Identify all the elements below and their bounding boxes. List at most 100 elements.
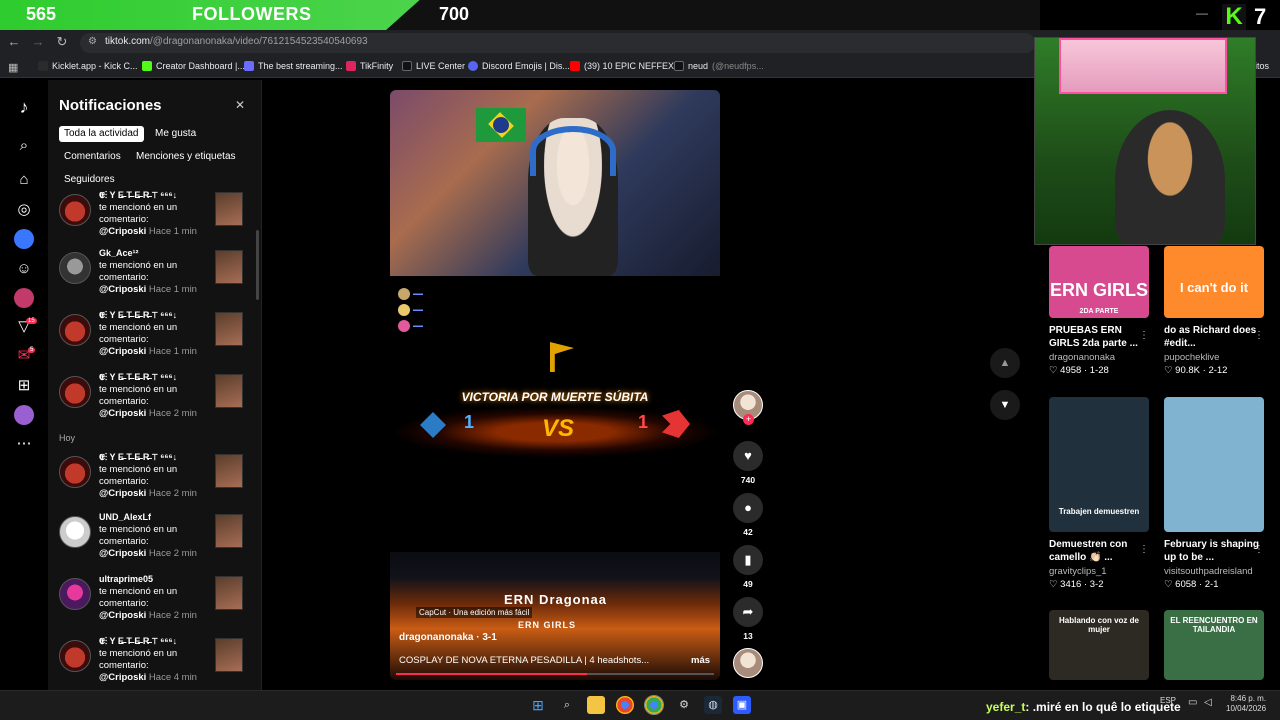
notification-avatar[interactable] (59, 456, 91, 488)
notification-username[interactable]: Gk_Ace¹² (99, 248, 139, 258)
video-player[interactable]: ▬▬ ▬▬ ▬▬ VICTORIA POR MUERTE SÚBITA 1 VS… (390, 90, 720, 680)
notification-avatar[interactable] (59, 376, 91, 408)
notification-mention[interactable]: @Criposki (99, 226, 146, 237)
notification-mention[interactable]: @Criposki (99, 346, 146, 357)
notification-mention[interactable]: @Criposki (99, 610, 146, 621)
capcut-badge[interactable]: CapCut · Una edición más fácil (416, 607, 533, 618)
friends-icon[interactable]: ☺ (14, 259, 34, 279)
steam-icon[interactable]: ◍ (704, 696, 722, 714)
address-url[interactable]: tiktok.com/@dragonanonaka/video/76121545… (105, 36, 368, 47)
notification-username[interactable]: UND_AlexLf (99, 512, 151, 522)
notification-mention[interactable]: @Criposki (99, 548, 146, 559)
filter-mentions[interactable]: Menciones y etiquetas (131, 149, 241, 165)
live-avatar[interactable] (14, 288, 34, 308)
apps-grid-icon[interactable]: ▦ (8, 61, 18, 74)
feed-thumbnail[interactable]: I can't do it (1164, 246, 1264, 318)
feed-thumbnail[interactable]: Trabajen demuestren (1049, 397, 1149, 532)
notification-avatar[interactable] (59, 194, 91, 226)
filter-comments[interactable]: Comentarios (59, 149, 126, 165)
bookmark-neud[interactable]: neud (@neudfps... (674, 61, 764, 71)
notification-thumbnail[interactable] (215, 454, 243, 488)
file-explorer-icon[interactable] (587, 696, 605, 714)
video-author[interactable]: dragonanonaka · 3-1 (399, 632, 497, 643)
more-icon[interactable]: ⋯ (14, 434, 34, 454)
feed-card[interactable]: February is shaping up to be ... ⋮ visitso… (1164, 397, 1264, 590)
following-avatar[interactable] (14, 229, 34, 249)
feed-card[interactable]: ERN GIRLS 2DA PARTE PRUEBAS ERN GIRLS 2da … (1049, 246, 1149, 376)
bookmark-live-center[interactable]: LIVE Center (402, 61, 465, 71)
notification-item[interactable]: ultraprime05 te mencionó en un comentario… (59, 574, 249, 632)
feed-card[interactable]: I can't do it do as Richard does #edit...… (1164, 246, 1264, 376)
notification-username[interactable]: 𝕰⋮ Y E̶ T̶ E̶ R̶ ⊤ ⁶⁶⁶↓ (99, 636, 177, 647)
feed-author[interactable]: gravityclips_1 (1049, 566, 1149, 577)
chrome-icon[interactable] (616, 696, 634, 714)
notification-thumbnail[interactable] (215, 514, 243, 548)
feed-thumbnail[interactable]: Hablando con voz de mujer (1049, 610, 1149, 680)
sound-avatar-button[interactable] (733, 648, 763, 678)
follow-plus-icon[interactable]: + (743, 414, 754, 425)
upload-icon[interactable]: ⊞ (14, 376, 34, 396)
notification-avatar[interactable] (59, 516, 91, 548)
site-info-icon[interactable]: ⚙ (88, 36, 97, 47)
notification-item[interactable]: Gk_Ace¹² te mencionó en un comentario: @Cr… (59, 248, 249, 306)
app-icon[interactable]: ▣ (733, 696, 751, 714)
comment-button[interactable]: ● 42 (733, 493, 763, 537)
filter-likes[interactable]: Me gusta (150, 126, 201, 142)
network-icon[interactable]: ▭ (1188, 697, 1197, 708)
chrome-active-icon[interactable] (644, 695, 664, 715)
notification-item[interactable]: 𝕰⋮ Y E̶ T̶ E̶ R̶ ⊤ ⁶⁶⁶↓ te mencionó en un… (59, 636, 249, 690)
filter-all-activity[interactable]: Toda la actividad (59, 126, 144, 142)
close-icon[interactable]: ✕ (233, 98, 247, 112)
notification-mention[interactable]: @Criposki (99, 284, 146, 295)
like-button[interactable]: ♥ 740 (733, 441, 763, 485)
notification-item[interactable]: 𝕰⋮ Y E̶ T̶ E̶ R̶ ⊤ ⁶⁶⁶↓ te mencionó en un… (59, 190, 249, 248)
creator-avatar-button[interactable]: + (733, 390, 763, 425)
feed-title[interactable]: PRUEBAS ERN GIRLS 2da parte ... (1049, 324, 1149, 350)
windows-start-icon[interactable]: ⊞ (529, 696, 547, 714)
previous-video-icon[interactable]: ▲ (990, 348, 1020, 378)
feed-author[interactable]: pupocheklive (1164, 352, 1264, 363)
notification-thumbnail[interactable] (215, 312, 243, 346)
bookmark-kicklet[interactable]: Kicklet.app - Kick C... (38, 61, 138, 71)
reload-icon[interactable]: ↻ (54, 34, 70, 50)
feed-card[interactable]: Trabajen demuestren Demuestren con camell… (1049, 397, 1149, 590)
feed-title[interactable]: Demuestren con camello 👏🏻 ... (1049, 538, 1149, 564)
notification-thumbnail[interactable] (215, 192, 243, 226)
more-options-icon[interactable]: ⋮ (1139, 544, 1149, 555)
filter-followers[interactable]: Seguidores (59, 172, 120, 188)
bookmark-discord-emojis[interactable]: Discord Emojis | Dis... (468, 61, 570, 71)
notification-username[interactable]: ultraprime05 (99, 574, 153, 584)
notification-thumbnail[interactable] (215, 576, 243, 610)
save-button[interactable]: ▮ 49 (733, 545, 763, 589)
settings-gear-icon[interactable]: ⚙ (675, 696, 693, 714)
back-icon[interactable]: ← (6, 34, 22, 50)
feed-thumbnail[interactable]: EL REENCUENTRO EN TAILANDIA (1164, 610, 1264, 680)
next-video-icon[interactable]: ▼ (990, 390, 1020, 420)
notification-avatar[interactable] (59, 314, 91, 346)
explore-icon[interactable]: ◎ (14, 200, 34, 220)
more-options-icon[interactable]: ⋮ (1139, 330, 1149, 341)
video-progress-bar[interactable] (396, 673, 714, 675)
tiktok-logo-icon[interactable]: ♪ (14, 97, 34, 117)
feed-card[interactable]: EL REENCUENTRO EN TAILANDIA (1164, 610, 1264, 680)
notification-thumbnail[interactable] (215, 374, 243, 408)
notification-item[interactable]: 𝕰⋮ Y E̶ T̶ E̶ R̶ ⊤ ⁶⁶⁶↓ te mencionó en un… (59, 310, 249, 368)
notification-username[interactable]: 𝕰⋮ Y E̶ T̶ E̶ R̶ ⊤ ⁶⁶⁶↓ (99, 190, 177, 201)
feed-title[interactable]: do as Richard does #edit... (1164, 324, 1264, 350)
feed-thumbnail[interactable] (1164, 397, 1264, 532)
notification-avatar[interactable] (59, 252, 91, 284)
bookmark-tikfinity[interactable]: TikFinity (346, 61, 393, 71)
forward-icon[interactable]: → (30, 34, 46, 50)
feed-card[interactable]: Hablando con voz de mujer (1049, 610, 1149, 680)
notification-avatar[interactable] (59, 578, 91, 610)
feed-thumbnail[interactable]: ERN GIRLS 2DA PARTE (1049, 246, 1149, 318)
notification-mention[interactable]: @Criposki (99, 488, 146, 499)
taskbar-search-icon[interactable]: ⌕ (558, 696, 576, 714)
notification-item[interactable]: UND_AlexLf te mencionó en un comentario: @… (59, 512, 249, 570)
bookmark-streaming[interactable]: The best streaming... (244, 61, 343, 71)
notification-thumbnail[interactable] (215, 250, 243, 284)
home-icon[interactable]: ⌂ (14, 170, 34, 190)
minimize-icon[interactable]: — (1196, 6, 1210, 20)
feed-author[interactable]: dragonanonaka (1049, 352, 1149, 363)
tray-clock[interactable]: 8:46 p. m. 10/04/2026 (1226, 694, 1266, 714)
